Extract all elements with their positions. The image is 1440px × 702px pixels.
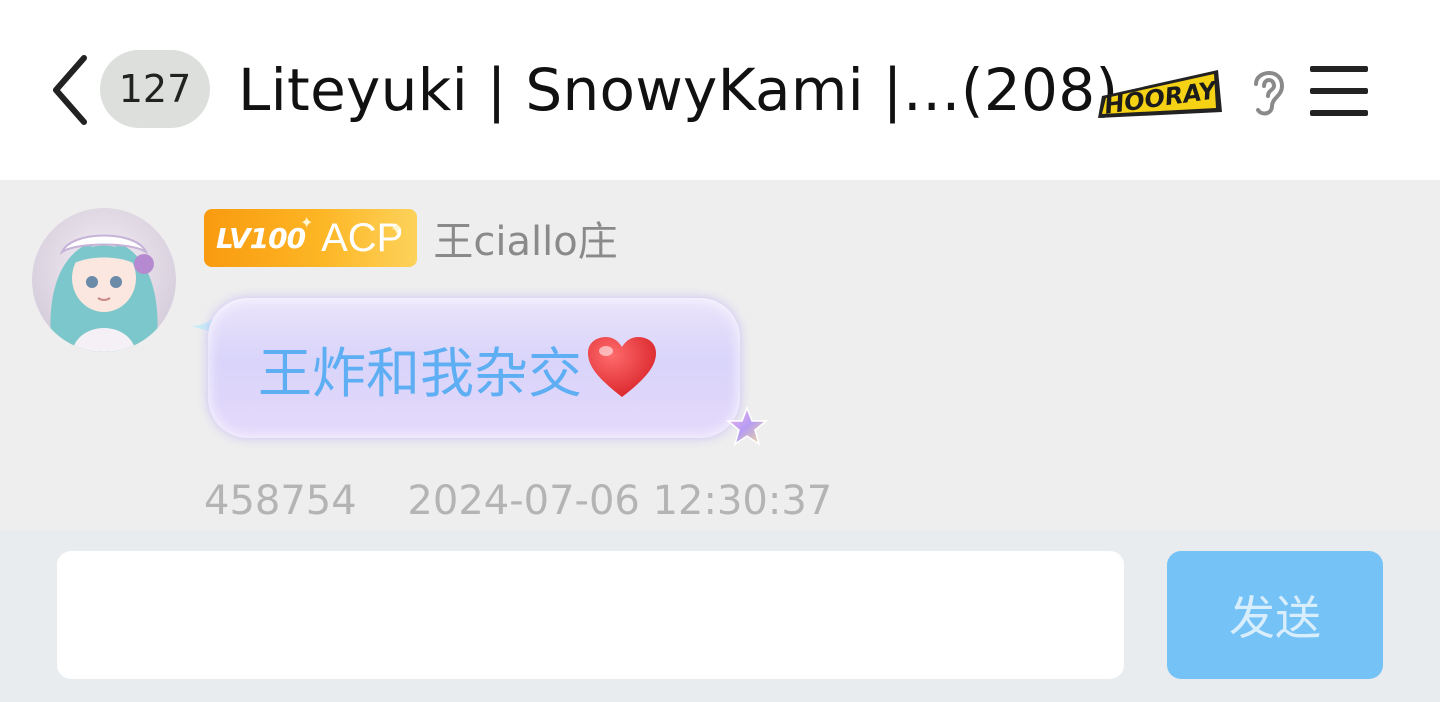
chat-header: 127 Liteyuki | SnowyKami |…(208) HOORAY: [0, 0, 1440, 180]
message-input[interactable]: [57, 551, 1124, 679]
unread-count-badge[interactable]: 127: [100, 50, 210, 128]
level-badge: LV100 ACP ✦ ✦: [204, 209, 418, 267]
hooray-badge-icon: HOORAY: [1098, 70, 1222, 120]
heart-icon: [588, 337, 656, 397]
sender-name[interactable]: 王ciallo庄: [433, 209, 617, 267]
message-meta: 458754 2024-07-06 12:30:37: [204, 478, 832, 524]
ear-button[interactable]: [1244, 62, 1294, 118]
back-button[interactable]: [42, 50, 98, 130]
star-icon: [726, 406, 768, 446]
ear-icon: [1254, 71, 1285, 116]
send-button[interactable]: 发送: [1167, 551, 1383, 679]
sender-info: LV100 ACP ✦ ✦ 王ciallo庄: [204, 208, 618, 268]
hamburger-menu-icon: [1310, 66, 1368, 116]
message-bubble[interactable]: 王炸和我杂交: [208, 298, 740, 438]
message-text: 王炸和我杂交: [258, 341, 582, 405]
sender-avatar[interactable]: [32, 208, 176, 352]
message-list[interactable]: LV100 ACP ✦ ✦ 王ciallo庄 王炸和我杂交 458754 202…: [0, 180, 1440, 530]
chevron-left-icon: [53, 55, 87, 125]
sparkle-icon: ✦: [300, 213, 314, 232]
input-bar: 发送: [0, 530, 1440, 702]
message-timestamp: 2024-07-06 12:30:37: [407, 478, 833, 524]
level-label: LV100: [216, 221, 306, 255]
group-title[interactable]: Liteyuki | SnowyKami |…(208): [238, 52, 1118, 128]
sparkle-icon: ✦: [390, 219, 404, 238]
message-id: 458754: [204, 478, 357, 524]
send-button-label: 发送: [1229, 591, 1321, 645]
menu-button[interactable]: [1306, 58, 1372, 124]
